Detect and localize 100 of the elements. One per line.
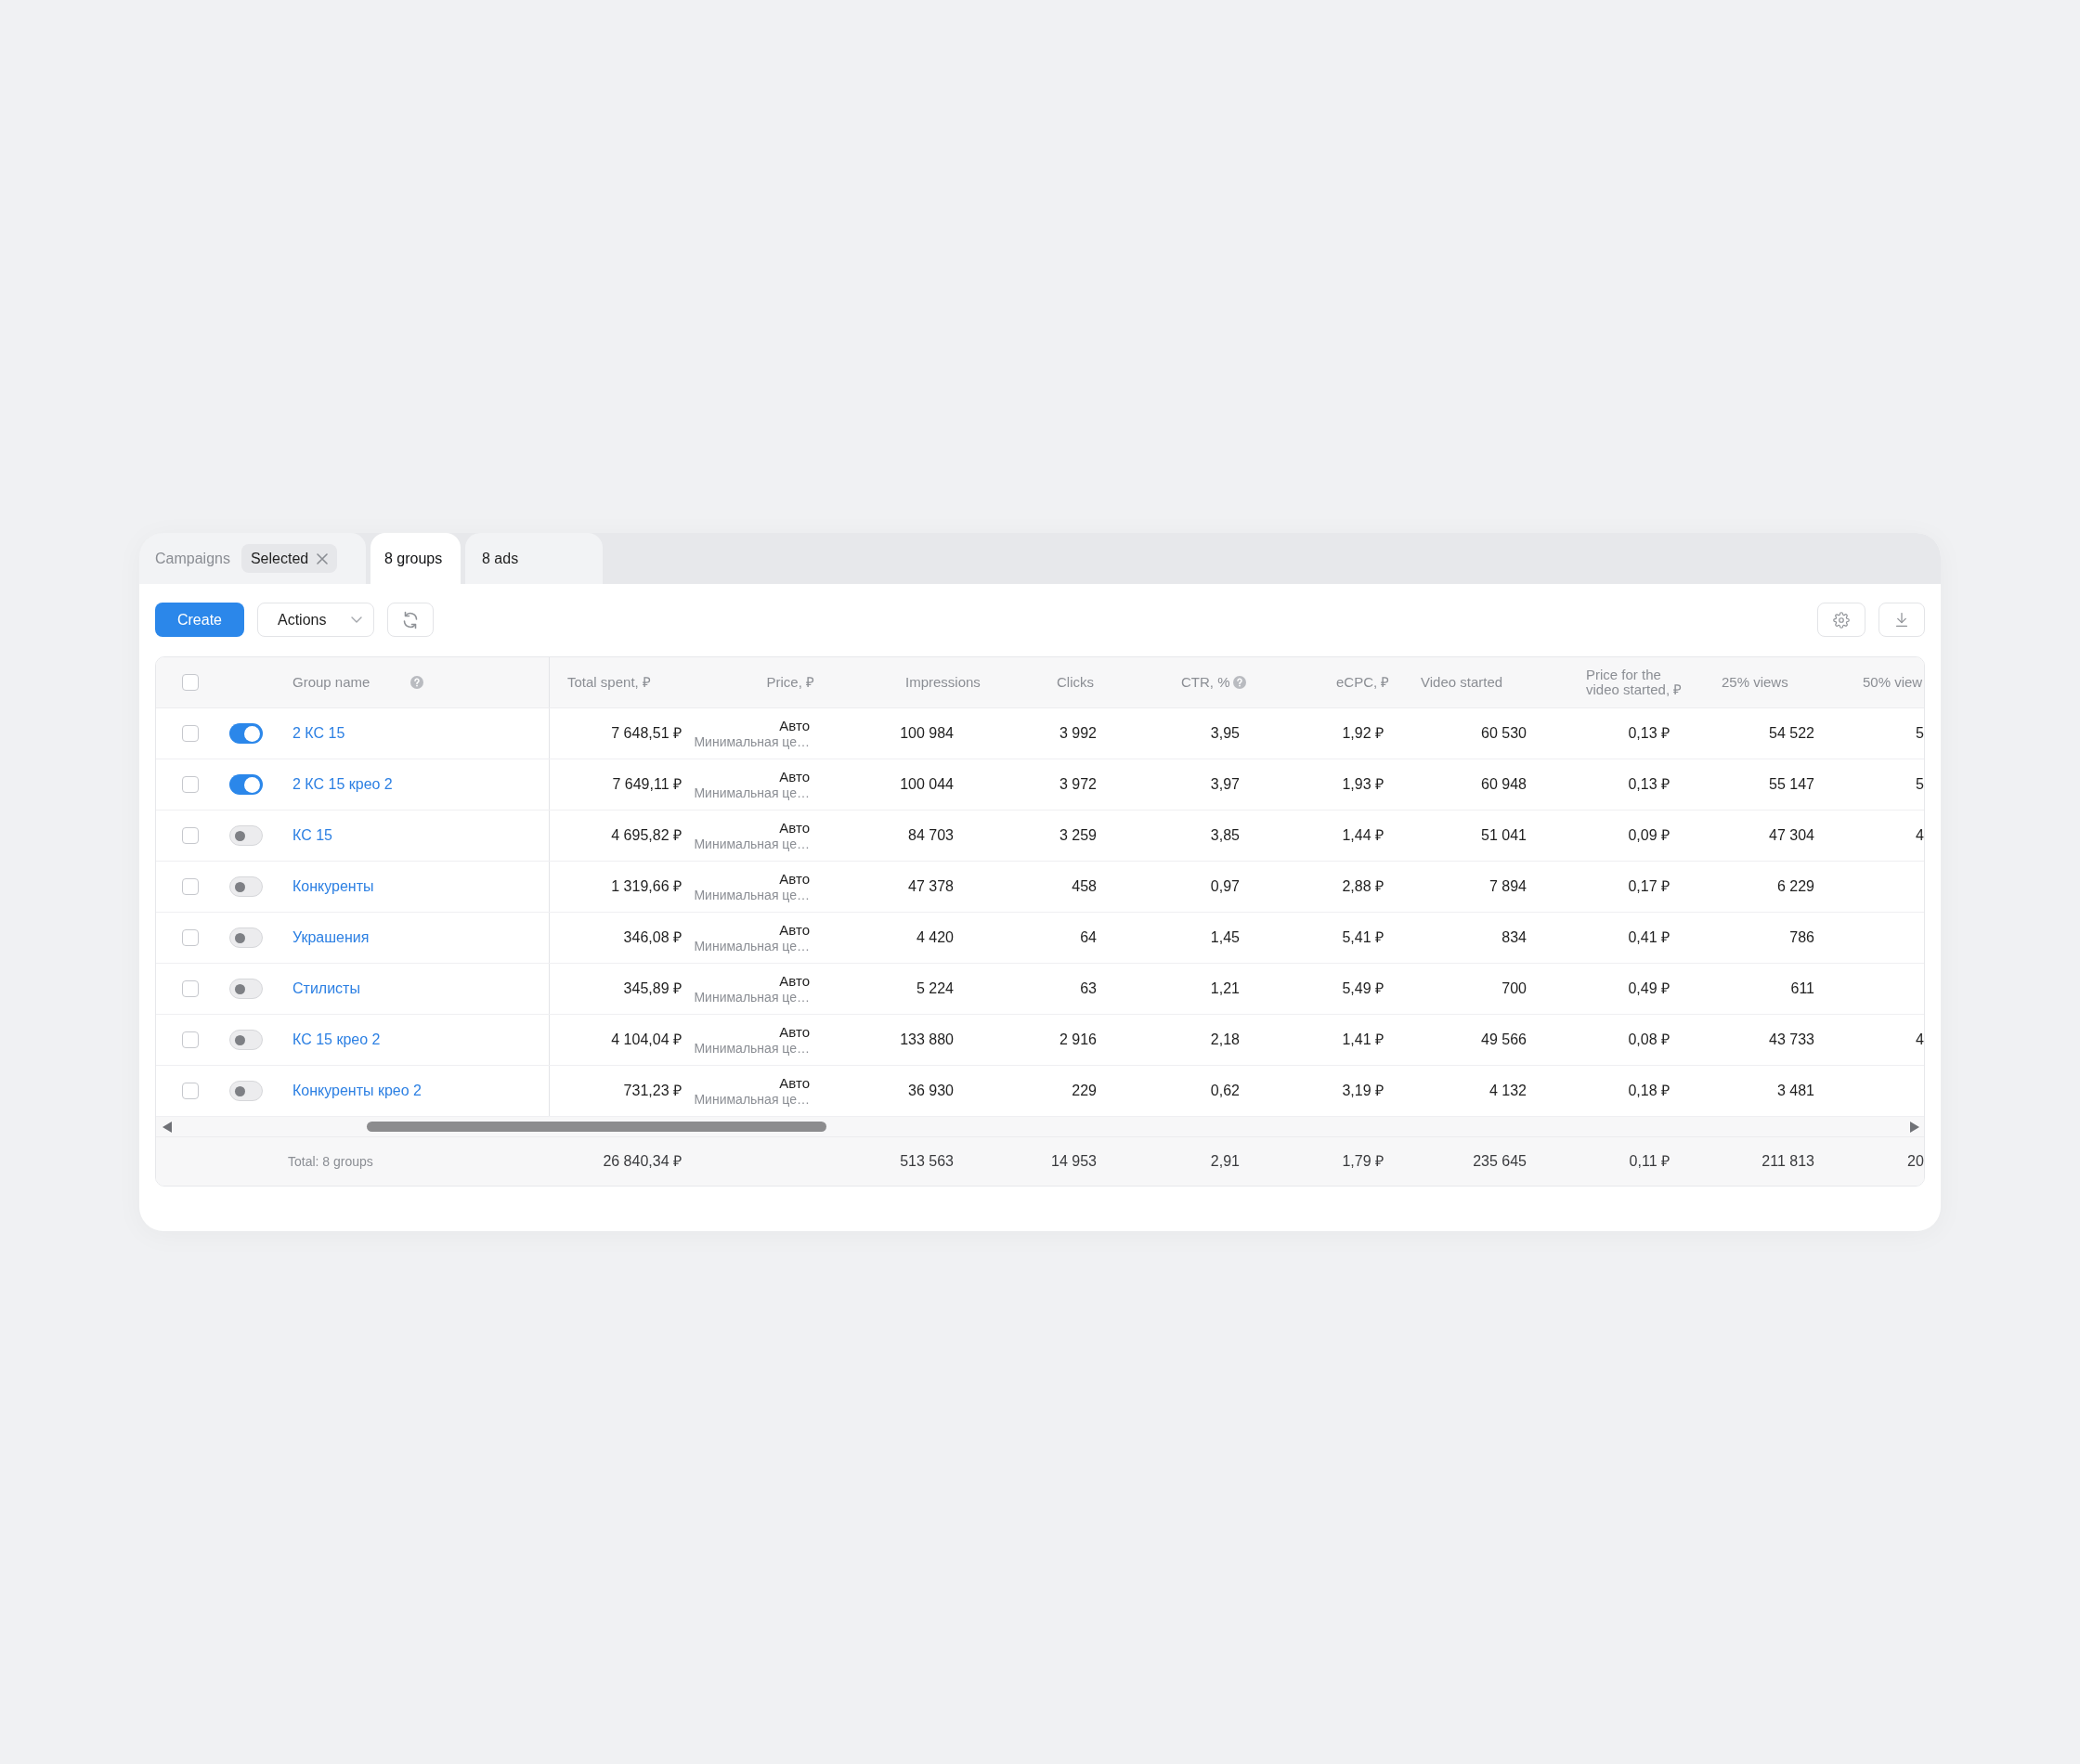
price-mode: Авто [779, 1074, 810, 1092]
table-cell-text: 0,62 [1210, 1082, 1240, 1100]
table-cell-text: 51 041 [1481, 826, 1527, 845]
column-header: Price, ₽ [766, 672, 814, 692]
table-cell-text: 5 [1916, 724, 1924, 743]
table-cell-text: 100 044 [900, 775, 954, 794]
left-arrow-icon[interactable] [162, 1121, 172, 1133]
create-button[interactable]: Create [155, 603, 244, 637]
group-name-link[interactable]: КС 15 [292, 824, 332, 847]
group-name-link[interactable]: 2 КС 15 [292, 722, 345, 745]
table-cell-text: 1,21 [1210, 979, 1240, 998]
column-header: eCPC, ₽ [1336, 672, 1390, 692]
table-cell-text: 7 649,11 ₽ [612, 775, 682, 794]
table-cell-text: 0,18 ₽ [1628, 1082, 1670, 1100]
checkbox[interactable] [182, 980, 199, 997]
checkbox[interactable] [182, 725, 199, 742]
table-cell-text: 7 894 [1488, 877, 1527, 896]
table-cell-text: 55 147 [1769, 775, 1814, 794]
toggle-switch[interactable] [229, 774, 263, 795]
refresh-icon [401, 610, 420, 629]
tab[interactable]: 8 ads [465, 533, 603, 584]
group-name-link[interactable]: КС 15 крео 2 [292, 1029, 381, 1051]
table-cell-text: 346,08 ₽ [623, 928, 682, 947]
toggle-switch[interactable] [229, 1081, 263, 1101]
download-button[interactable] [1878, 603, 1925, 637]
total-cell-text: 26 840,34 ₽ [603, 1152, 682, 1171]
table-cell-text: 84 703 [908, 826, 954, 845]
help-icon[interactable] [410, 676, 424, 689]
table-cell-text: 786 [1789, 928, 1814, 947]
settings-button[interactable] [1817, 603, 1866, 637]
table-cell-text: 5 [1916, 775, 1924, 794]
price-note: Минимальная це… [694, 989, 810, 1005]
table-cell-text: 3,19 ₽ [1342, 1082, 1384, 1100]
price-note: Минимальная це… [694, 785, 810, 801]
column-header: 25% views [1722, 672, 1788, 692]
table-cell-text: 6 229 [1776, 877, 1814, 896]
total-cell-text: 20 [1907, 1152, 1924, 1171]
group-name-link[interactable]: Стилисты [292, 978, 360, 1000]
table-cell-text: 43 733 [1769, 1031, 1814, 1049]
table-cell-text: 0,13 ₽ [1628, 724, 1670, 743]
checkbox[interactable] [182, 827, 199, 844]
checkbox[interactable] [182, 878, 199, 895]
column-header: CTR, % [1181, 672, 1230, 692]
price-note: Минимальная це… [694, 836, 810, 852]
price-note: Минимальная це… [694, 733, 810, 750]
checkbox[interactable] [182, 1083, 199, 1099]
toggle-switch[interactable] [229, 979, 263, 999]
table-cell-text: 7 648,51 ₽ [611, 724, 682, 743]
table-cell-text: 4 [1916, 1031, 1924, 1049]
table-cell-text: 3,97 [1210, 775, 1240, 794]
total-cell-text: 14 953 [1051, 1152, 1097, 1171]
right-arrow-icon[interactable] [1910, 1121, 1919, 1133]
close-icon[interactable] [317, 552, 329, 564]
toggle-switch[interactable] [229, 1030, 263, 1050]
toggle-switch[interactable] [229, 927, 263, 948]
checkbox[interactable] [182, 776, 199, 793]
table-cell-text: 1,93 ₽ [1342, 775, 1384, 794]
group-name-link[interactable]: Конкуренты крео 2 [292, 1080, 422, 1102]
total-cell-text: 0,11 ₽ [1629, 1152, 1670, 1171]
help-icon[interactable] [1232, 676, 1246, 689]
table-cell-text: 611 [1790, 979, 1814, 998]
refresh-button[interactable] [387, 603, 434, 637]
table-cell-text: 1 319,66 ₽ [611, 877, 682, 896]
filter-chip[interactable]: Selected [240, 544, 338, 573]
table-cell-text: 3,85 [1210, 826, 1240, 845]
group-name-link[interactable]: 2 КС 15 крео 2 [292, 773, 393, 796]
checkbox[interactable] [182, 929, 199, 946]
table-cell-text: 0,09 ₽ [1628, 826, 1670, 845]
scrollbar-thumb[interactable] [367, 1122, 826, 1132]
table-cell-text: 49 566 [1481, 1031, 1527, 1049]
table-cell-text: 4 [1916, 826, 1924, 845]
checkbox[interactable] [182, 1031, 199, 1048]
horizontal-scrollbar[interactable] [156, 1117, 1924, 1137]
table-cell-text: 0,08 ₽ [1628, 1031, 1670, 1049]
table-cell-text: 1,41 ₽ [1342, 1031, 1384, 1049]
table-cell-text: 2,88 ₽ [1342, 877, 1384, 896]
toggle-switch[interactable] [229, 825, 263, 846]
table-cell-text: 63 [1080, 979, 1097, 998]
tab[interactable]: 8 groups [370, 533, 461, 584]
table-cell-text: 4 420 [916, 928, 954, 947]
price-mode: Авто [779, 1023, 810, 1041]
table-cell-text: 3,95 [1210, 724, 1240, 743]
table-cell-text: 4 132 [1488, 1082, 1527, 1100]
toggle-switch[interactable] [229, 876, 263, 897]
table-cell-text: 47 378 [908, 877, 954, 896]
table-cell-text: 0,41 ₽ [1628, 928, 1670, 947]
column-header: Group name [292, 672, 370, 692]
group-name-link[interactable]: Конкуренты [292, 876, 374, 898]
table-cell-text: 47 304 [1769, 826, 1814, 845]
toggle-switch[interactable] [229, 723, 263, 744]
group-name-link[interactable]: Украшения [292, 927, 370, 949]
table-cell-text: 3 972 [1059, 775, 1097, 794]
table-cell-text: 2,18 [1210, 1031, 1240, 1049]
actions-dropdown[interactable]: Actions [257, 603, 374, 637]
select-all-checkbox[interactable] [182, 674, 199, 691]
total-cell-text: 235 645 [1473, 1152, 1527, 1171]
total-cell-text: 513 563 [900, 1152, 954, 1171]
tab[interactable]: Campaigns Selected [139, 533, 366, 584]
download-icon [1895, 612, 1908, 628]
table-cell-text: 0,13 ₽ [1628, 775, 1670, 794]
